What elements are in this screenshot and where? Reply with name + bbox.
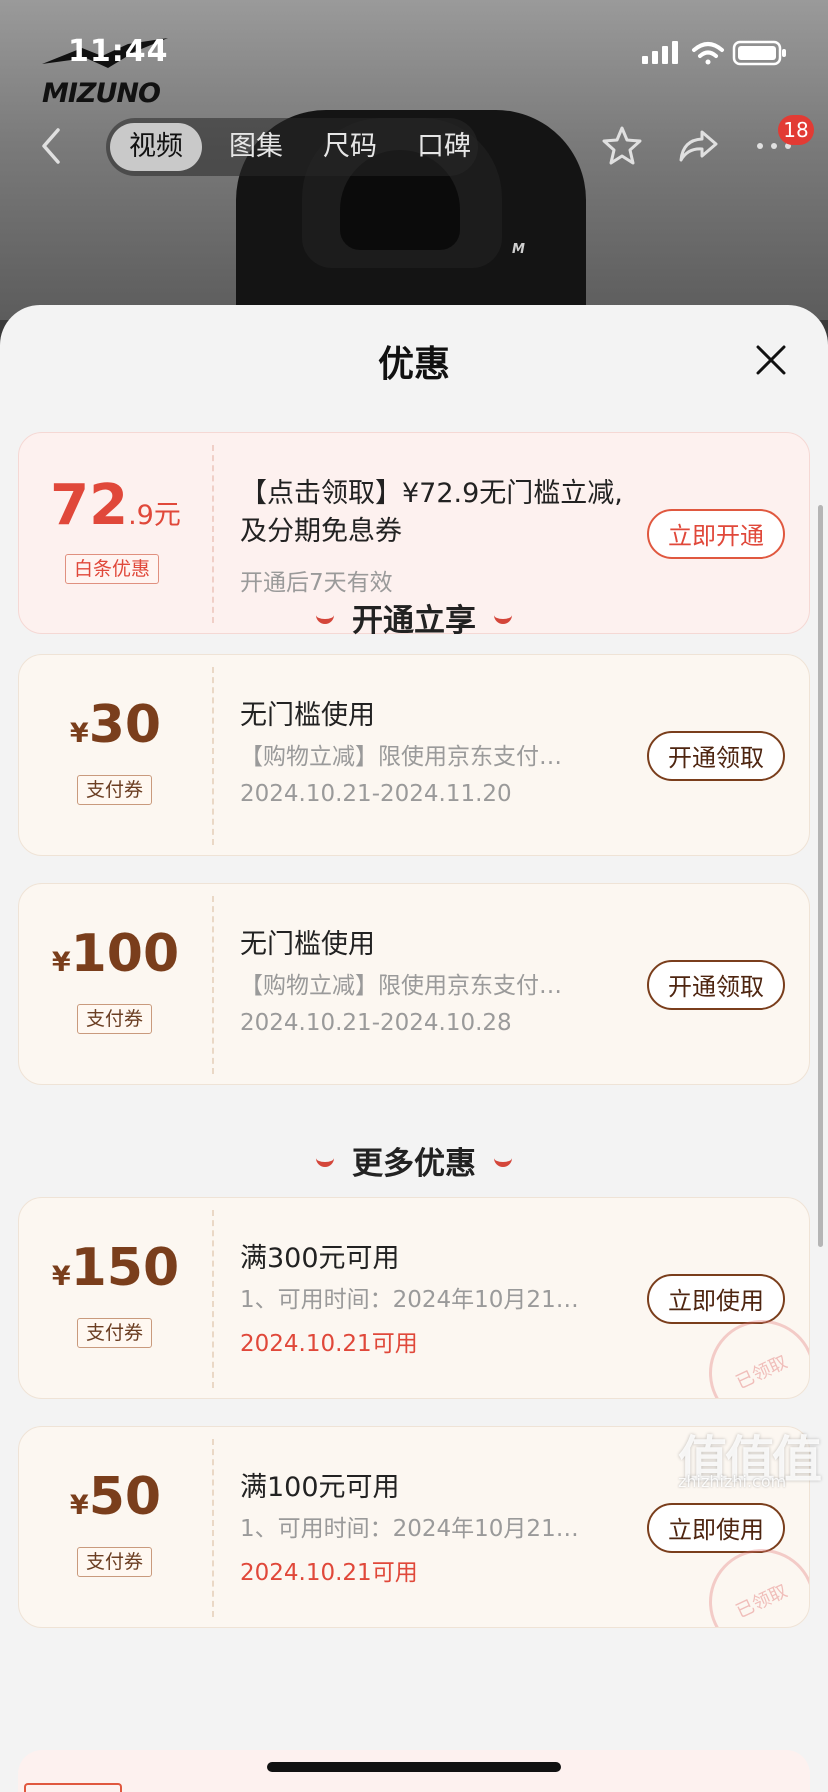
section-open-title: 开通立享 [0,595,828,640]
coupon-currency: ¥ [69,718,89,749]
watermark-url: zhizhizhi.com [678,1472,787,1491]
coupon-amount: ¥150 [19,1238,212,1298]
baitiao-amount: 72.9元 [19,473,212,538]
open-claim-button[interactable]: 开通领取 [647,731,785,781]
activate-now-button[interactable]: 立即开通 [647,509,785,559]
coupon-desc: 【购物立减】限使用京东支付… [240,973,562,999]
tab-gallery[interactable]: 图集 [216,118,296,176]
coupon-desc: 1、可用时间：2024年10月21… [240,1516,579,1542]
baitiao-amount-dec: .9元 [128,500,181,531]
coupon-tag: 支付券 [77,1318,153,1348]
product-tabs: 视频 图集 尺码 口碑 [106,118,478,176]
coupon-value: 50 [88,1467,162,1527]
star-icon[interactable] [600,124,644,168]
coupon-tag: 支付券 [77,1004,153,1034]
coupon-title: 无门槛使用 [240,700,375,731]
coupon-tag: 支付券 [77,1547,153,1577]
message-badge: 18 [778,115,814,145]
next-coupon-tag [24,1783,122,1792]
coupon-card[interactable]: ¥100 支付券 无门槛使用 【购物立减】限使用京东支付… 2024.10.21… [18,883,810,1085]
coupon-title: 满300元可用 [240,1243,400,1274]
baitiao-amount-int: 72 [50,473,129,538]
battery-icon [732,40,786,66]
coupon-title: 无门槛使用 [240,929,375,960]
home-indicator [267,1762,561,1772]
coupon-card[interactable]: ¥150 支付券 满300元可用 1、可用时间：2024年10月21… 2024… [18,1197,810,1399]
back-icon[interactable] [36,126,66,166]
tab-size[interactable]: 尺码 [310,118,390,176]
coupon-date: 2024.10.21-2024.10.28 [240,1010,512,1036]
wifi-icon [692,42,724,65]
coupon-date: 2024.10.21-2024.11.20 [240,781,512,807]
scrollbar[interactable] [818,505,823,1247]
status-icons [642,40,786,66]
tab-reviews[interactable]: 口碑 [404,118,484,176]
card-divider [212,1439,214,1617]
section-mark [494,1153,512,1167]
coupon-amount: ¥30 [19,695,212,755]
coupon-currency: ¥ [51,947,71,978]
coupon-value: 30 [88,695,162,755]
cellular-icon [642,41,678,64]
status-time: 11:44 [68,34,169,69]
coupon-currency: ¥ [51,1261,71,1292]
open-claim-button[interactable]: 开通领取 [647,960,785,1010]
baitiao-subtitle: 开通后7天有效 [240,570,393,596]
coupon-date: 2024.10.21可用 [240,1560,418,1586]
coupon-desc: 【购物立减】限使用京东支付… [240,744,562,770]
baitiao-tag: 白条优惠 [65,554,160,584]
coupon-title: 满100元可用 [240,1472,400,1503]
coupon-tag: 支付券 [77,775,153,805]
use-now-button[interactable]: 立即使用 [647,1503,785,1553]
brand-logo-text: MIZUNO [42,78,161,109]
coupon-desc: 1、可用时间：2024年10月21… [240,1287,579,1313]
use-now-button[interactable]: 立即使用 [647,1274,785,1324]
tab-video[interactable]: 视频 [110,123,202,171]
section-open-label: 开通立享 [352,603,476,639]
jacket-logo: M [512,242,525,257]
card-divider [212,667,214,845]
coupon-date: 2024.10.21可用 [240,1331,418,1357]
coupon-amount: ¥100 [19,924,212,984]
section-mark [316,610,334,624]
sheet-title: 优惠 [377,344,450,385]
share-icon[interactable] [676,124,720,168]
coupon-value: 150 [70,1238,180,1298]
section-more-title: 更多优惠 [0,1138,828,1183]
section-more-label: 更多优惠 [352,1146,476,1182]
section-mark [316,1153,334,1167]
coupon-card[interactable]: ¥30 支付券 无门槛使用 【购物立减】限使用京东支付… 2024.10.21-… [18,654,810,856]
section-mark [494,610,512,624]
watermark: 值值值 zhizhizhi.com [676,1420,826,1492]
coupon-sheet: 优惠 72.9元 白条优惠 【点击领取】¥72.9无门槛立减,及分期免息券 开通… [0,305,828,1792]
coupon-value: 100 [70,924,180,984]
card-divider [212,896,214,1074]
baitiao-title: 【点击领取】¥72.9无门槛立减,及分期免息券 [240,478,623,547]
card-divider [212,1210,214,1388]
close-icon[interactable] [752,341,790,379]
coupon-currency: ¥ [69,1490,89,1521]
coupon-amount: ¥50 [19,1467,212,1527]
